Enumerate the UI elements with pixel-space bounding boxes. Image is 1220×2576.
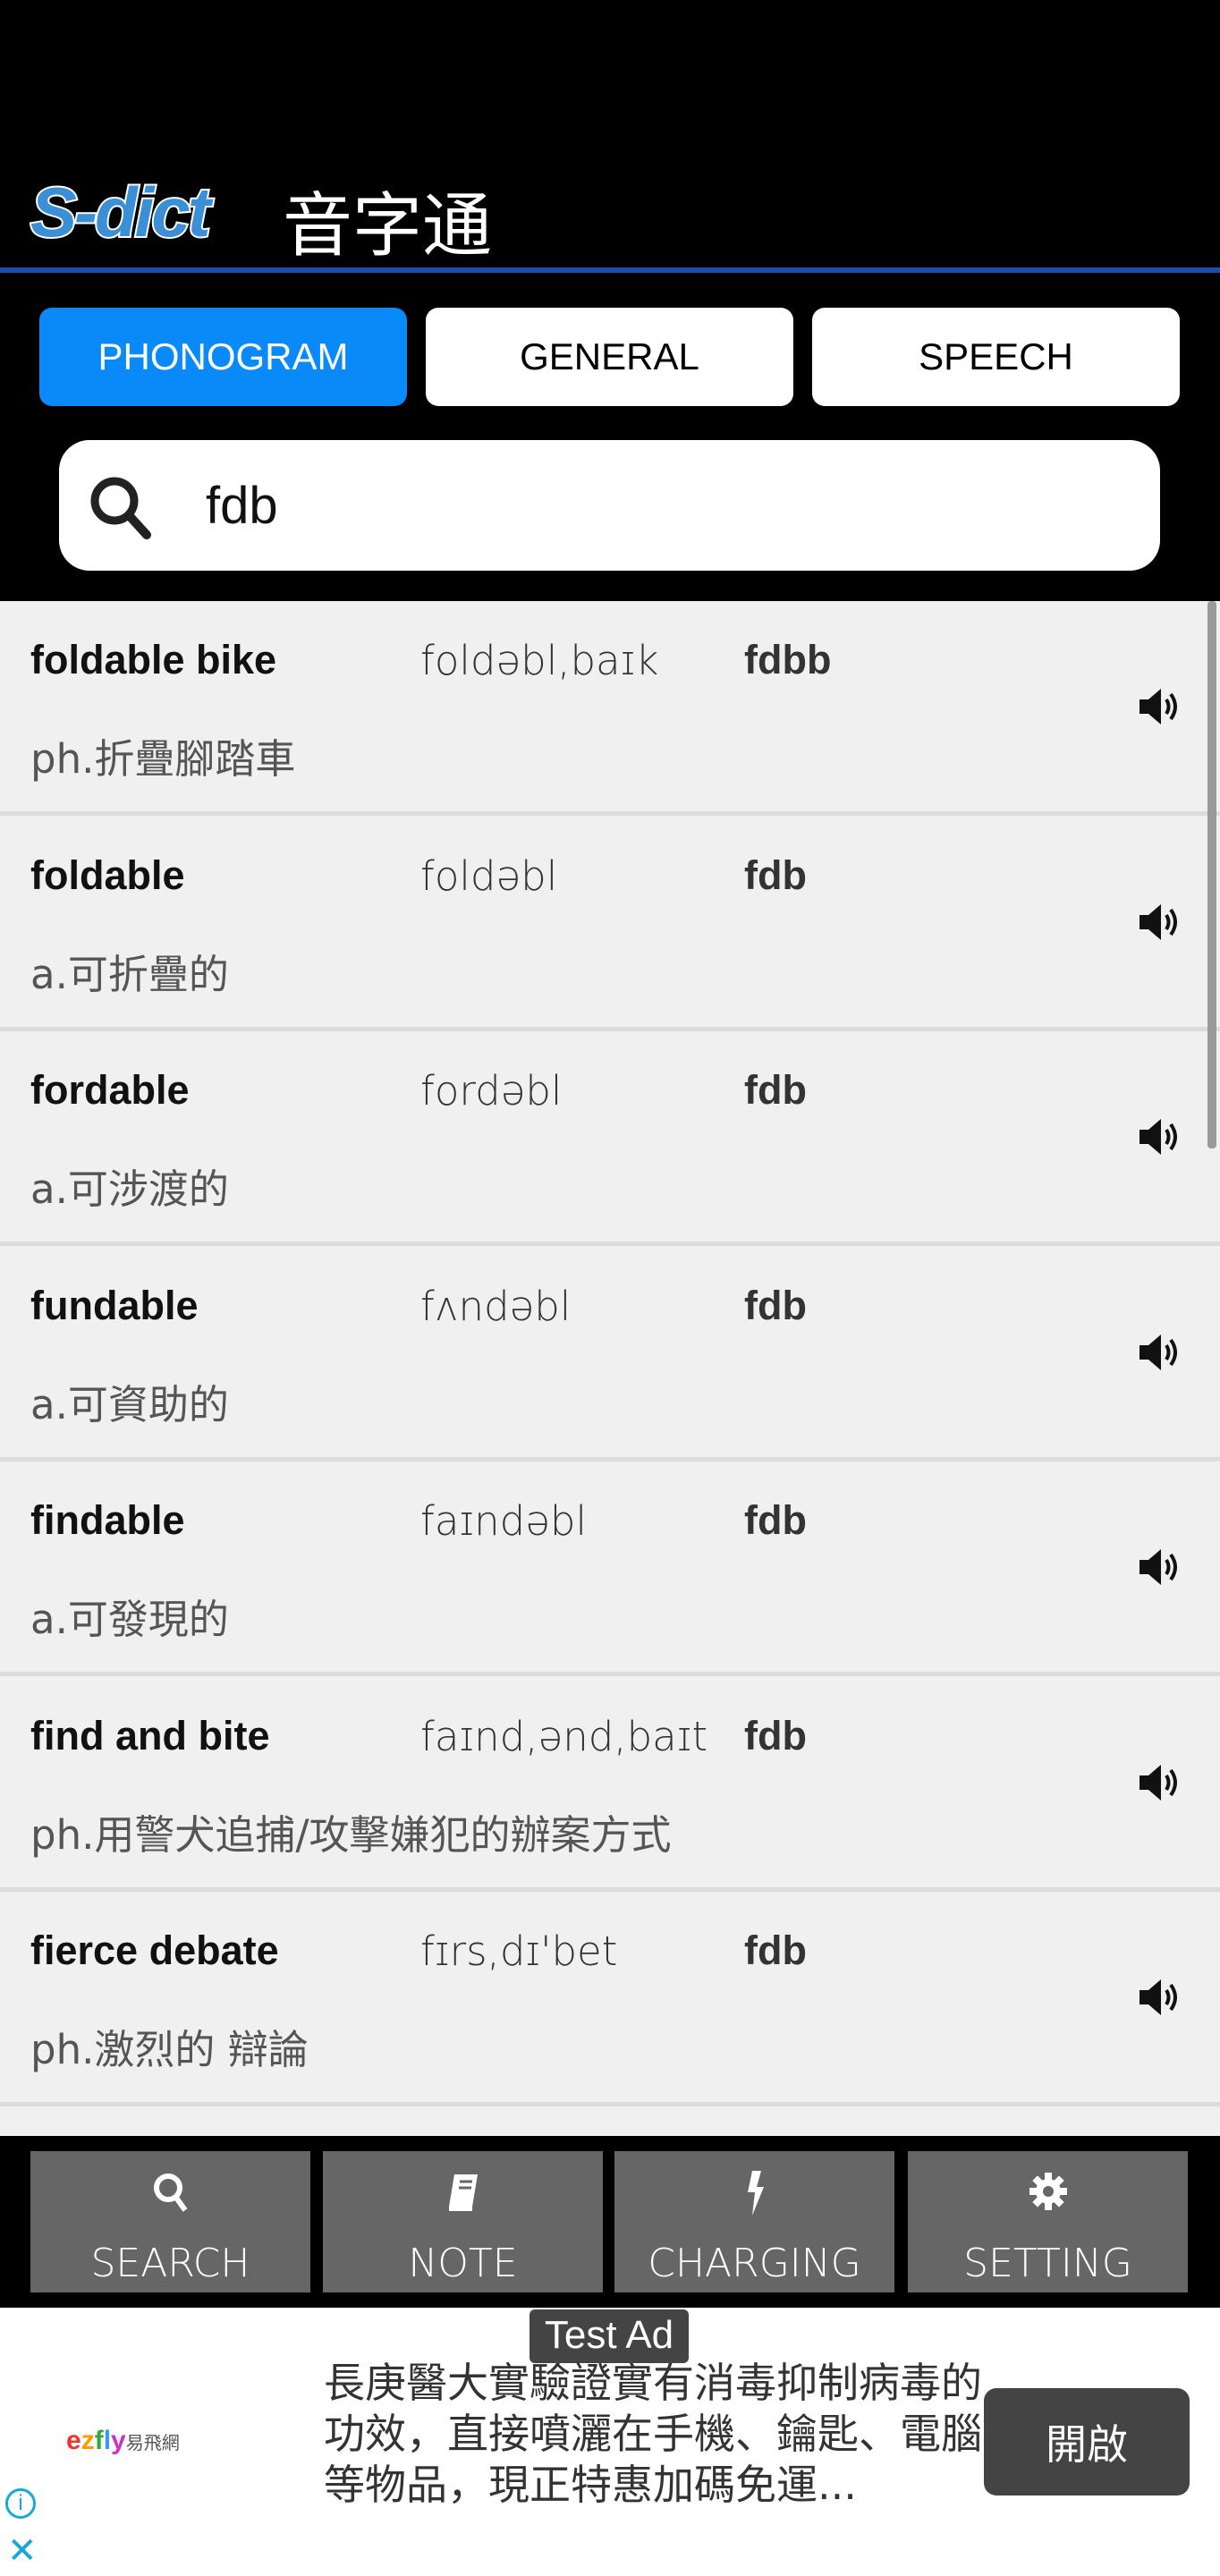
search-box[interactable] xyxy=(59,440,1160,571)
list-item[interactable]: find and bite faɪnd,ənd,baɪt fdb ph.用警犬追… xyxy=(0,1676,1220,1892)
list-item[interactable]: fundable fʌndəbl fdb a.可資助的 xyxy=(0,1246,1220,1462)
list-item[interactable]: fordable fordəbl fdb a.可涉渡的 xyxy=(0,1031,1220,1246)
entry-code: fdb xyxy=(744,1282,807,1328)
test-ad-label: Test Ad xyxy=(530,2309,689,2363)
entry-word: find and bite xyxy=(30,1712,270,1758)
tab-general[interactable]: GENERAL xyxy=(426,308,793,406)
ad-advertiser-logo[interactable]: ezfly易飛網 xyxy=(66,2426,180,2456)
app-logo: S-dict xyxy=(29,171,213,253)
search-input[interactable] xyxy=(206,467,1118,544)
speaker-icon[interactable] xyxy=(1134,1542,1184,1592)
scrollbar[interactable] xyxy=(1207,601,1216,1148)
nav-label: CHARGING xyxy=(648,2241,861,2286)
close-icon[interactable]: ✕ xyxy=(7,2533,38,2569)
search-icon[interactable] xyxy=(86,472,157,544)
app-header: S-dict 音字通 xyxy=(0,0,1220,268)
info-icon[interactable]: i xyxy=(5,2488,36,2519)
entry-code: fdb xyxy=(744,852,807,898)
entry-code: fdb xyxy=(744,1497,807,1543)
speaker-icon[interactable] xyxy=(1134,1758,1184,1808)
list-item[interactable]: findable faɪndəbl fdb a.可發現的 xyxy=(0,1462,1220,1676)
entry-word: fierce debate xyxy=(30,1928,279,1973)
search-icon xyxy=(153,2174,187,2212)
tab-phonogram[interactable]: PHONOGRAM xyxy=(39,308,407,406)
entry-definition: ph.折疊腳踏車 xyxy=(30,735,296,783)
entry-definition: ph.激烈的 辯論 xyxy=(30,2026,309,2073)
bolt-icon xyxy=(747,2171,764,2216)
entry-phonetic: foldəbl,baɪk xyxy=(420,637,659,684)
results-list: foldable bike foldəbl,baɪk fdbb ph.折疊腳踏車… xyxy=(0,601,1220,2136)
entry-code: fdb xyxy=(744,1712,807,1758)
entry-definition: a.可折疊的 xyxy=(30,950,229,998)
app-title: 音字通 xyxy=(283,186,493,267)
list-item[interactable]: foldable foldəbl fdb a.可折疊的 xyxy=(0,816,1220,1031)
list-item[interactable]: foldable bike foldəbl,baɪk fdbb ph.折疊腳踏車 xyxy=(0,601,1220,816)
speaker-icon[interactable] xyxy=(1134,682,1184,732)
list-item[interactable]: fierce debate fɪrs,dɪ'bet fdb ph.激烈的 辯論 xyxy=(0,1892,1220,2106)
tab-speech[interactable]: SPEECH xyxy=(812,308,1180,406)
entry-word: fundable xyxy=(30,1282,199,1328)
nav-label: NOTE xyxy=(408,2241,518,2286)
entry-word: findable xyxy=(30,1497,185,1543)
ad-open-button[interactable]: 開啟 xyxy=(984,2388,1190,2496)
entry-phonetic: fordəbl xyxy=(420,1067,563,1114)
entry-word: foldable xyxy=(30,852,185,898)
gear-icon xyxy=(1029,2173,1067,2210)
nav-label: SETTING xyxy=(963,2241,1132,2286)
entry-code: fdb xyxy=(744,1928,807,1973)
entry-code: fdbb xyxy=(744,637,832,682)
entry-phonetic: fʌndəbl xyxy=(420,1282,572,1330)
nav-label: SEARCH xyxy=(90,2241,250,2286)
ad-text[interactable]: 長庚醫大實驗證實有消毒抑制病毒的功效，直接噴灑在手機、鑰匙、電腦等物品，現正特惠… xyxy=(324,2358,995,2511)
entry-code: fdb xyxy=(744,1067,807,1113)
speaker-icon[interactable] xyxy=(1134,1972,1184,2022)
entry-word: foldable bike xyxy=(30,637,277,682)
nav-note-button[interactable]: NOTE xyxy=(323,2151,603,2292)
nav-charging-button[interactable]: CHARGING xyxy=(614,2151,894,2292)
header-divider xyxy=(0,267,1220,273)
entry-definition: ph.用警犬追捕/攻擊嫌犯的辦案方式 xyxy=(30,1810,672,1859)
entry-definition: a.可發現的 xyxy=(30,1596,229,1643)
speaker-icon[interactable] xyxy=(1134,1327,1184,1377)
bottom-nav: SEARCH NOTE CHARGING SETTING xyxy=(0,2136,1220,2308)
speaker-icon[interactable] xyxy=(1134,1112,1184,1162)
entry-phonetic: fɪrs,dɪ'bet xyxy=(420,1928,618,1975)
speaker-icon[interactable] xyxy=(1134,897,1184,947)
entry-phonetic: faɪnd,ənd,baɪt xyxy=(420,1712,708,1760)
entry-word: fordable xyxy=(30,1067,190,1113)
entry-definition: a.可涉渡的 xyxy=(30,1165,229,1213)
entry-definition: a.可資助的 xyxy=(30,1380,229,1428)
entry-phonetic: foldəbl xyxy=(420,852,558,900)
nav-search-button[interactable]: SEARCH xyxy=(30,2151,310,2292)
nav-setting-button[interactable]: SETTING xyxy=(908,2151,1188,2292)
entry-phonetic: faɪndəbl xyxy=(420,1497,587,1545)
book-icon xyxy=(448,2174,478,2211)
